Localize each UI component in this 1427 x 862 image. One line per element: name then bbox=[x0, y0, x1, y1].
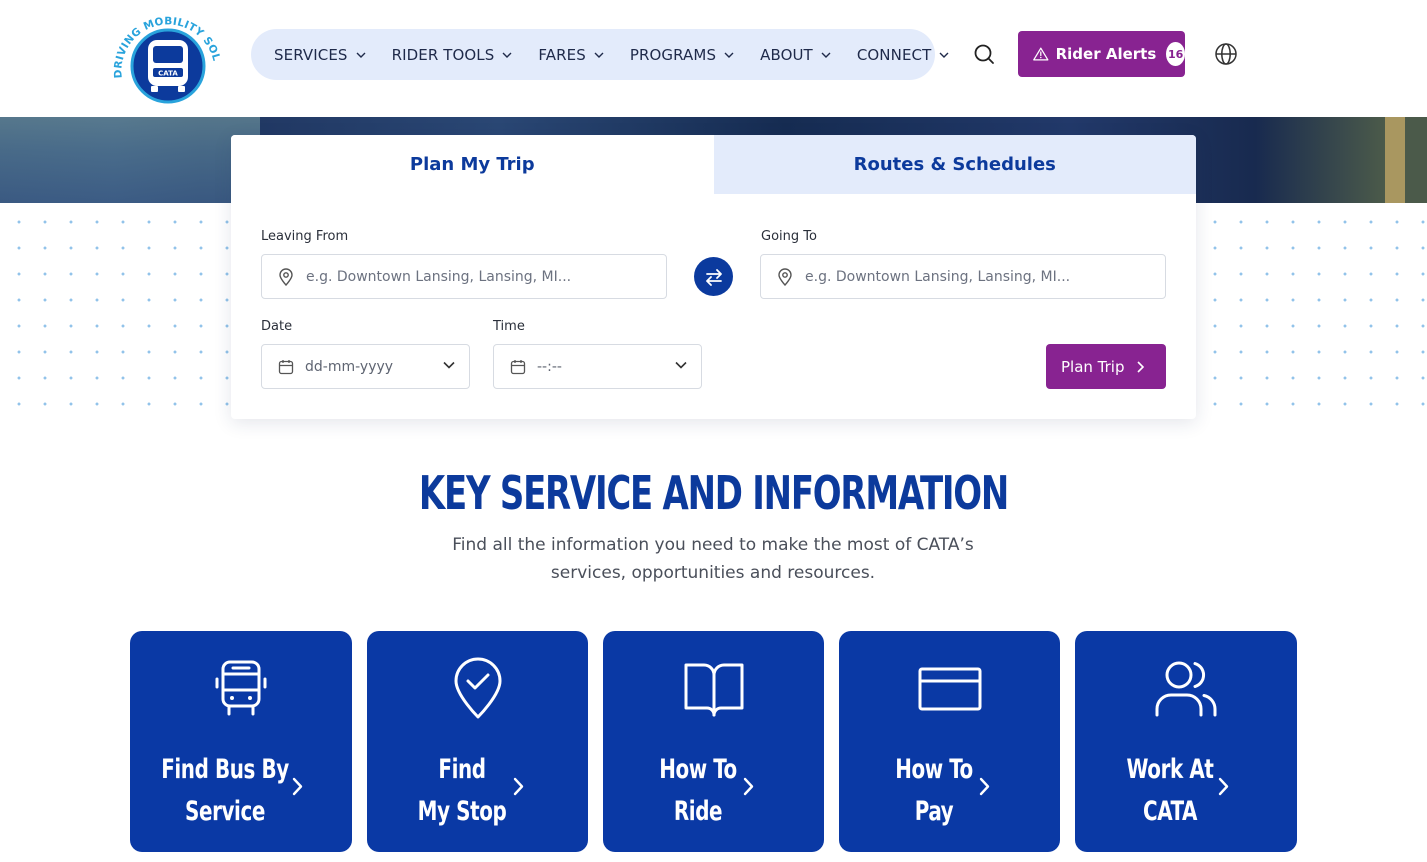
calendar-icon bbox=[510, 359, 526, 374]
nav-item-rider-tools[interactable]: RIDER TOOLS bbox=[392, 46, 513, 64]
tile-label-line: My Stop bbox=[417, 796, 507, 827]
rider-alerts-label: Rider Alerts bbox=[1055, 45, 1157, 63]
plan-trip-label: Plan Trip bbox=[1061, 357, 1125, 376]
tile-label-line: Find Bus By bbox=[161, 754, 289, 785]
nav-item-fares[interactable]: FARES bbox=[538, 45, 604, 64]
tile-how-to-ride[interactable]: How To Ride bbox=[603, 631, 824, 852]
nav-label: CONNECT bbox=[856, 45, 932, 64]
going-to-input[interactable] bbox=[805, 268, 1125, 285]
nav-label: RIDER TOOLS bbox=[391, 45, 495, 64]
tile-label: Find My Stop bbox=[367, 749, 557, 833]
cata-logo[interactable]: DRIVING MOBILITY SOLUTIONS CATA bbox=[107, 0, 224, 106]
planner-tabs: Plan My Trip Routes & Schedules bbox=[231, 135, 1196, 194]
nav-label: FARES bbox=[538, 45, 586, 64]
section-title: KEY SERVICE AND INFORMATION bbox=[418, 466, 1009, 520]
chevron-right-icon bbox=[513, 777, 524, 796]
tile-label: How To Ride bbox=[603, 749, 793, 833]
book-open-icon bbox=[684, 663, 743, 717]
logo-brand: CATA bbox=[158, 70, 178, 78]
chevron-right-icon bbox=[979, 777, 990, 796]
chevron-right-icon bbox=[292, 777, 303, 796]
chevron-right-icon bbox=[743, 777, 754, 796]
search-button[interactable] bbox=[972, 42, 996, 66]
going-to-label: Going To bbox=[761, 229, 817, 244]
leaving-from-label: Leaving From bbox=[261, 229, 349, 244]
chevron-right-icon bbox=[1218, 777, 1229, 796]
going-to-field[interactable] bbox=[760, 254, 1166, 299]
chevron-down-icon bbox=[594, 52, 604, 58]
chevron-down-icon bbox=[821, 52, 831, 58]
tile-label-line: Ride bbox=[673, 796, 723, 827]
tile-label: Work At CATA bbox=[1075, 749, 1265, 833]
leaving-from-input[interactable] bbox=[306, 268, 626, 285]
chevron-down-icon bbox=[675, 361, 687, 369]
tile-label-line: CATA bbox=[1143, 796, 1197, 827]
nav-label: ABOUT bbox=[760, 45, 813, 64]
tile-how-to-pay[interactable]: How To Pay bbox=[839, 631, 1060, 852]
chevron-down-icon bbox=[502, 52, 512, 58]
tab-plan-my-trip[interactable]: Plan My Trip bbox=[231, 135, 714, 194]
section-subtitle: Find all the information you need to mak… bbox=[452, 535, 974, 583]
hero-image-region bbox=[0, 117, 260, 203]
date-label: Date bbox=[261, 319, 293, 334]
trip-planner-card: Plan My Trip Routes & Schedules Leaving … bbox=[231, 135, 1196, 419]
swap-locations-button[interactable] bbox=[694, 257, 733, 296]
tile-find-my-stop[interactable]: Find My Stop bbox=[367, 631, 588, 852]
plan-trip-button[interactable]: Plan Trip bbox=[1046, 344, 1166, 389]
calendar-icon bbox=[278, 359, 294, 374]
nav-label: SERVICES bbox=[274, 45, 348, 64]
nav-item-connect[interactable]: CONNECT bbox=[857, 46, 950, 64]
swap-arrows-icon bbox=[705, 268, 722, 286]
nav-item-programs[interactable]: PROGRAMS bbox=[630, 46, 734, 64]
chevron-right-icon bbox=[1136, 360, 1144, 373]
time-label: Time bbox=[493, 319, 525, 334]
tile-label-line: Pay bbox=[914, 796, 954, 827]
rider-alerts-button[interactable]: Rider Alerts 16 bbox=[1018, 31, 1185, 77]
tile-work-at-cata[interactable]: Work At CATA bbox=[1075, 631, 1297, 852]
nav-label: PROGRAMS bbox=[629, 45, 717, 64]
leaving-from-field[interactable] bbox=[261, 254, 667, 299]
warning-triangle-icon bbox=[1033, 47, 1049, 61]
chevron-down-icon bbox=[443, 361, 455, 369]
search-icon bbox=[974, 44, 994, 64]
main-nav: SERVICES RIDER TOOLS FARES PROGRAMS ABOU… bbox=[251, 29, 949, 80]
globe-icon bbox=[1215, 43, 1237, 65]
map-pin-icon bbox=[778, 267, 792, 286]
time-value: --:-- bbox=[537, 358, 562, 375]
bus-icon bbox=[215, 660, 267, 716]
chevron-down-icon bbox=[356, 52, 366, 58]
credit-card-icon bbox=[918, 667, 981, 711]
rider-alerts-count-badge: 16 bbox=[1166, 42, 1185, 66]
date-picker[interactable]: dd-mm-yyyy bbox=[261, 344, 470, 389]
language-button[interactable] bbox=[1214, 42, 1238, 66]
tile-label: How To Pay bbox=[839, 749, 1029, 833]
hero-image-region bbox=[1385, 117, 1405, 203]
nav-item-about[interactable]: ABOUT bbox=[760, 46, 831, 64]
map-pin-icon bbox=[279, 267, 293, 286]
chevron-down-icon bbox=[724, 52, 734, 58]
tab-routes-schedules[interactable]: Routes & Schedules bbox=[713, 135, 1196, 194]
map-pin-check-icon bbox=[454, 657, 501, 719]
tile-find-bus-by-service[interactable]: Find Bus By Service bbox=[130, 631, 352, 852]
time-picker[interactable]: --:-- bbox=[493, 344, 702, 389]
date-value: dd-mm-yyyy bbox=[305, 358, 394, 375]
tile-label-line: Service bbox=[185, 796, 265, 827]
nav-item-services[interactable]: SERVICES bbox=[274, 46, 366, 64]
users-icon bbox=[1155, 661, 1217, 717]
site-header: DRIVING MOBILITY SOLUTIONS CATA SERVICES… bbox=[0, 0, 1427, 117]
chevron-down-icon bbox=[939, 52, 949, 58]
